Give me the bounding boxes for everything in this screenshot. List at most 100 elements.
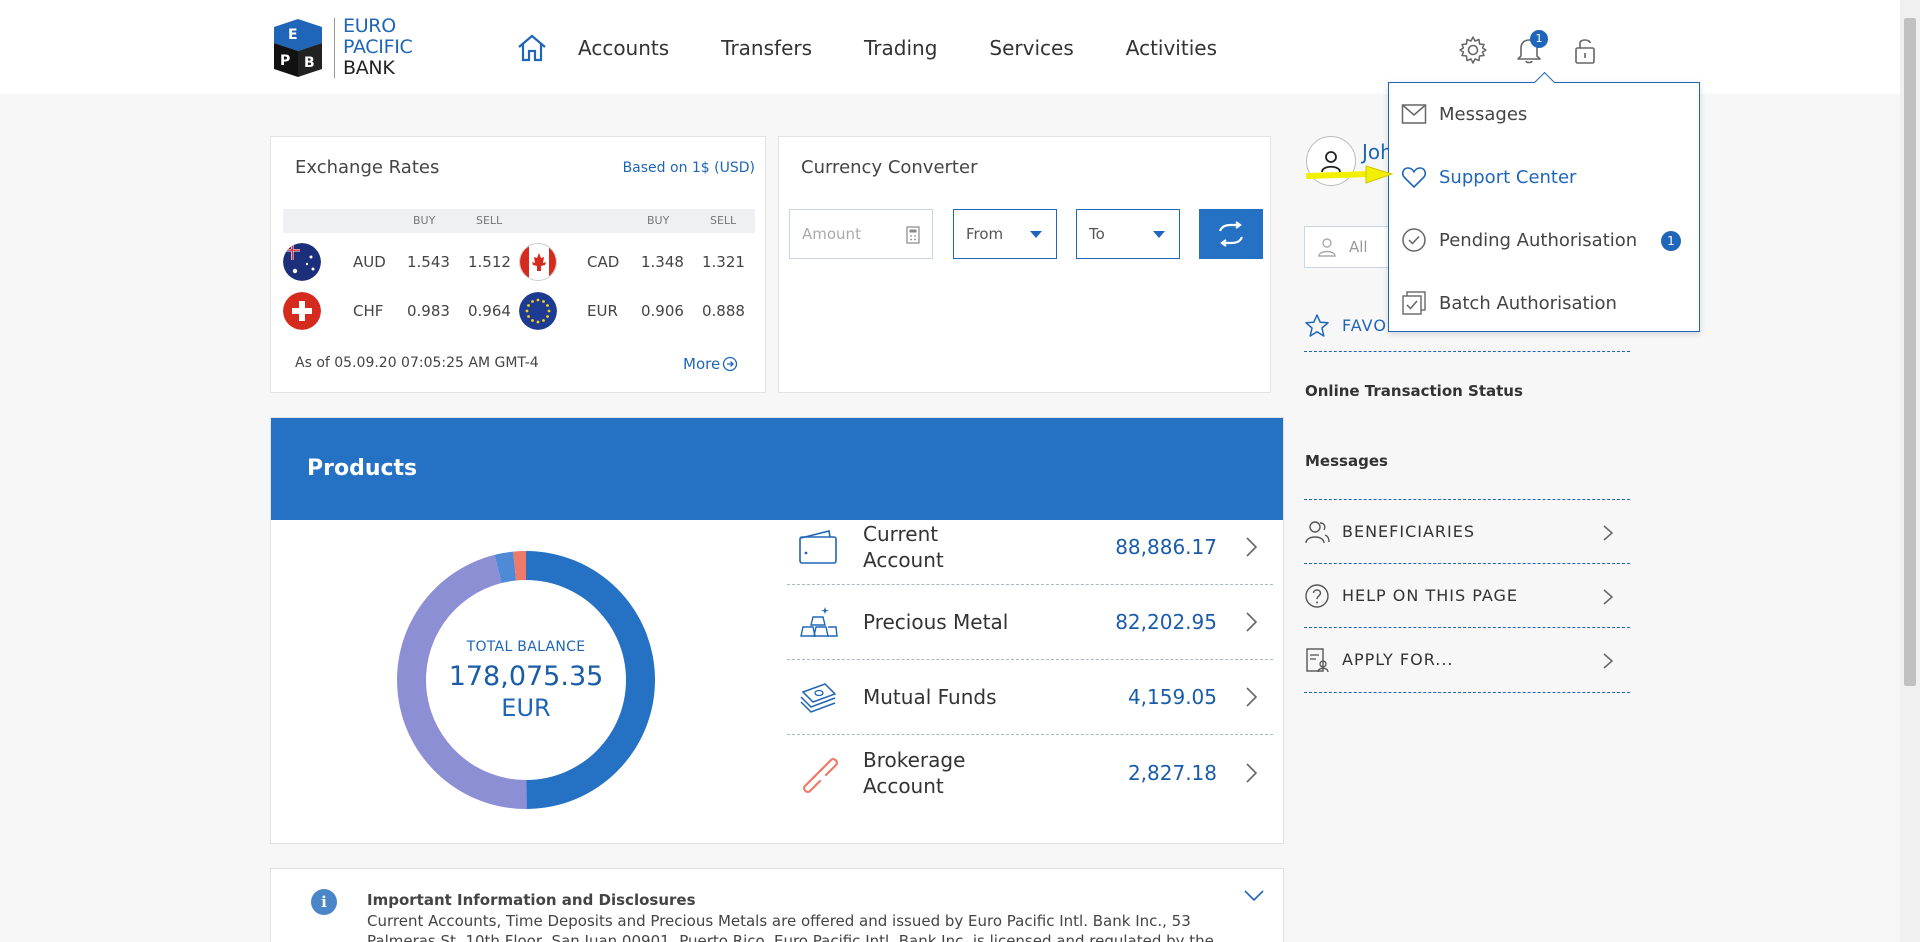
bank-name: EURO PACIFIC BANK	[343, 15, 413, 79]
total-balance-value: 178,075.35	[448, 660, 604, 692]
product-row-mutual-funds[interactable]: Mutual Funds 4,159.05	[787, 660, 1273, 735]
product-name: Brokerage Account	[863, 747, 966, 798]
stacked-check-icon	[1401, 290, 1427, 316]
dropdown-item-messages[interactable]: Messages	[1401, 94, 1691, 134]
amount-placeholder: Amount	[802, 225, 861, 243]
nav-transfers[interactable]: Transfers	[721, 28, 812, 68]
unlock-icon[interactable]	[1568, 32, 1602, 68]
banknotes-icon	[795, 674, 841, 720]
total-balance-currency: EUR	[501, 693, 551, 722]
rate-buy: 1.348	[641, 253, 684, 271]
notifications-dropdown: Messages Support Center Pending Authoris…	[1388, 82, 1700, 332]
rate-sell: 0.964	[468, 302, 511, 320]
annotation-arrow-icon	[1306, 165, 1394, 184]
more-rates-label: More	[683, 355, 721, 373]
dropdown-item-label: Pending Authorisation	[1439, 229, 1638, 251]
caret-down-icon	[1030, 231, 1042, 238]
sidebar-link-label: HELP ON THIS PAGE	[1342, 586, 1518, 605]
more-rates-link[interactable]: More	[683, 355, 738, 373]
chevron-right-icon	[1246, 612, 1258, 632]
rate-row-1: AUD 1.543 1.512 CAD 1.348 1.321	[283, 241, 755, 283]
check-circle-icon	[1401, 227, 1427, 253]
product-value: 88,886.17	[1115, 535, 1217, 559]
wallet-icon	[795, 524, 841, 570]
rate-row-2: CHF 0.983 0.964 EUR 0.906 0.888	[283, 290, 755, 332]
exchange-rates-header: BUY SELL BUY SELL	[283, 209, 755, 233]
eu-flag-icon	[519, 292, 557, 330]
col-buy-2: BUY	[647, 214, 670, 227]
rate-code: EUR	[587, 302, 618, 320]
bank-name-line3: BANK	[343, 57, 395, 79]
swap-currency-button[interactable]	[1199, 209, 1263, 259]
exchange-rates-basis: Based on 1$ (USD)	[622, 160, 755, 176]
dropdown-item-support-center[interactable]: Support Center	[1401, 157, 1691, 197]
chevron-right-icon	[1603, 525, 1614, 541]
total-balance-label: TOTAL BALANCE	[466, 638, 586, 655]
product-list: Current Account 88,886.17 Precious Metal…	[787, 510, 1273, 810]
exchange-rates-card: Exchange Rates Based on 1$ (USD) BUY SEL…	[270, 136, 766, 393]
info-icon: i	[311, 889, 337, 915]
sidebar-link-apply[interactable]: APPLY FOR...	[1304, 627, 1630, 691]
disclosures-title: Important Information and Disclosures	[367, 891, 696, 909]
dropdown-item-batch-authorisation[interactable]: Batch Authorisation	[1401, 283, 1691, 323]
home-icon[interactable]	[516, 30, 548, 66]
disclosures-card: i Important Information and Disclosures …	[270, 868, 1284, 942]
svg-text:B: B	[304, 55, 315, 71]
product-row-precious-metal[interactable]: Precious Metal 82,202.95	[787, 585, 1273, 660]
nav-services[interactable]: Services	[989, 28, 1073, 68]
pending-count-badge: 1	[1661, 231, 1681, 251]
currency-converter-title: Currency Converter	[801, 157, 978, 178]
chevron-right-icon	[1246, 687, 1258, 707]
bank-logo[interactable]: E P B EURO PACIFIC BANK	[270, 15, 413, 79]
rate-sell: 0.888	[702, 302, 745, 320]
australia-flag-icon	[283, 243, 321, 281]
product-name: Current Account	[863, 522, 944, 572]
rate-buy: 0.906	[641, 302, 684, 320]
caret-down-icon	[1153, 231, 1165, 238]
page-scrollbar[interactable]	[1900, 0, 1920, 942]
main-nav: Accounts Transfers Trading Services Acti…	[516, 28, 1269, 68]
product-row-brokerage-account[interactable]: Brokerage Account 2,827.18	[787, 735, 1273, 810]
calculator-icon[interactable]	[906, 226, 920, 244]
switzerland-flag-icon	[283, 292, 321, 330]
to-currency-select[interactable]: To	[1076, 209, 1180, 259]
envelope-icon	[1401, 101, 1427, 127]
bell-icon[interactable]: 1	[1512, 30, 1548, 68]
col-sell-1: SELL	[476, 214, 503, 227]
nav-activities[interactable]: Activities	[1126, 28, 1217, 68]
product-value: 4,159.05	[1127, 685, 1217, 709]
chevron-down-icon[interactable]	[1243, 889, 1265, 903]
bank-logo-mark: E P B	[270, 17, 326, 79]
products-card: Products TOTAL BALANCE 178,075.35 EUR Cu…	[270, 417, 1284, 844]
rate-code: AUD	[353, 253, 386, 271]
scrollbar-thumb[interactable]	[1904, 18, 1916, 686]
from-currency-select[interactable]: From	[953, 209, 1057, 259]
col-buy-1: BUY	[413, 214, 436, 227]
svg-text:E: E	[288, 27, 298, 43]
sidebar-divider	[1304, 692, 1630, 693]
dropdown-item-label: Batch Authorisation	[1439, 292, 1617, 314]
col-sell-2: SELL	[710, 214, 737, 227]
dropdown-item-pending-authorisation[interactable]: Pending Authorisation 1	[1401, 220, 1691, 260]
rate-code: CAD	[587, 253, 620, 271]
sidebar-link-beneficiaries[interactable]: BENEFICIARIES	[1304, 499, 1630, 563]
messages-heading: Messages	[1305, 452, 1388, 470]
application-form-icon	[1306, 647, 1329, 672]
amount-input[interactable]: Amount	[789, 209, 933, 259]
gear-icon[interactable]	[1456, 32, 1490, 68]
question-circle-icon	[1305, 583, 1329, 608]
sidebar-link-help[interactable]: HELP ON THIS PAGE	[1304, 563, 1630, 627]
exchange-rates-title: Exchange Rates	[295, 157, 440, 178]
product-row-current-account[interactable]: Current Account 88,886.17	[787, 510, 1273, 585]
online-transaction-status-heading: Online Transaction Status	[1305, 382, 1523, 400]
star-icon	[1305, 313, 1329, 337]
product-name: Precious Metal	[863, 610, 1009, 634]
product-name: Mutual Funds	[863, 685, 997, 709]
bank-name-line1: EURO	[343, 15, 396, 37]
products-title: Products	[307, 456, 418, 481]
canada-flag-icon	[519, 243, 557, 281]
nav-trading[interactable]: Trading	[864, 28, 937, 68]
chevron-right-icon	[1246, 537, 1258, 557]
nav-accounts[interactable]: Accounts	[578, 28, 669, 68]
total-balance: TOTAL BALANCE 178,075.35 EUR	[395, 549, 657, 811]
